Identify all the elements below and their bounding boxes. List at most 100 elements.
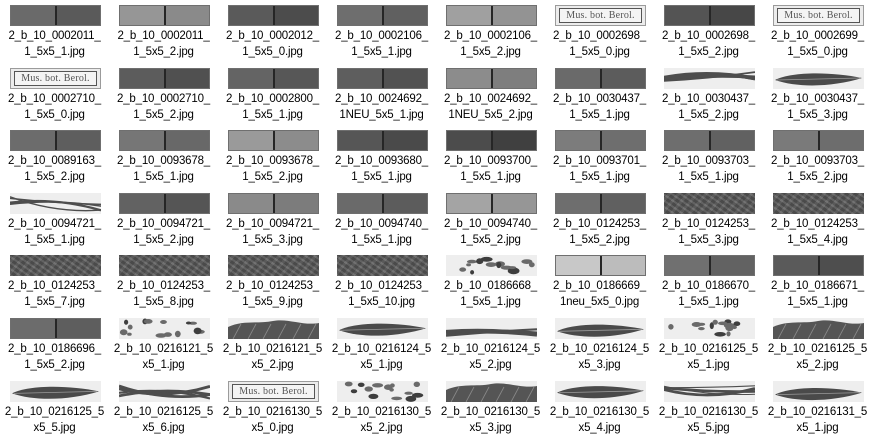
file-item[interactable]: 2_b_10_0216125_5 x5_6.jpg	[109, 376, 218, 439]
file-thumbnail[interactable]	[664, 130, 755, 152]
file-thumbnail[interactable]	[119, 67, 210, 89]
file-name[interactable]: 2_b_10_0093703_ 1_5x5_2.jpg	[763, 153, 872, 185]
file-item[interactable]: 2_b_10_0002800_ 1_5x5_1.jpg	[218, 63, 327, 126]
file-item[interactable]: 2_b_10_0093678_ 1_5x5_2.jpg	[218, 125, 327, 188]
file-item[interactable]: 2_b_10_0030437_ 1_5x5_1.jpg	[545, 63, 654, 126]
file-name[interactable]: 2_b_10_0030437_ 1_5x5_1.jpg	[545, 91, 654, 123]
file-name[interactable]: 2_b_10_0002011_ 1_5x5_2.jpg	[109, 28, 218, 60]
file-name[interactable]: 2_b_10_0216124_5 x5_1.jpg	[327, 341, 436, 373]
file-item[interactable]: 2_b_10_0002011_ 1_5x5_2.jpg	[109, 0, 218, 63]
file-item[interactable]: 2_b_10_0024692_ 1NEU_5x5_2.jpg	[436, 63, 545, 126]
file-item[interactable]: 2_b_10_0124253_ 1_5x5_4.jpg	[763, 188, 872, 251]
file-thumbnail[interactable]	[555, 255, 646, 277]
file-thumbnail[interactable]	[555, 380, 646, 402]
file-name[interactable]: 2_b_10_0094721_ 1_5x5_3.jpg	[218, 216, 327, 248]
file-thumbnail[interactable]	[446, 255, 537, 277]
file-item[interactable]: 2_b_10_0124253_ 1_5x5_2.jpg	[545, 188, 654, 251]
file-name[interactable]: 2_b_10_0124253_ 1_5x5_10.jpg	[327, 278, 436, 310]
file-item[interactable]: 2_b_10_0094721_ 1_5x5_1.jpg	[0, 188, 109, 251]
file-item[interactable]: 2_b_10_0186670_ 1_5x5_1.jpg	[654, 250, 763, 313]
file-name[interactable]: 2_b_10_0124253_ 1_5x5_2.jpg	[545, 216, 654, 248]
file-item[interactable]: 2_b_10_0186696_ 1_5x5_2.jpg	[0, 313, 109, 376]
file-item[interactable]: 2_b_10_0089163_ 1_5x5_2.jpg	[0, 125, 109, 188]
file-item[interactable]: 2_b_10_0093680_ 1_5x5_1.jpg	[327, 125, 436, 188]
file-thumbnail[interactable]	[555, 192, 646, 214]
file-name[interactable]: 2_b_10_0002710_ 1_5x5_2.jpg	[109, 91, 218, 123]
file-thumbnail[interactable]	[446, 130, 537, 152]
file-name[interactable]: 2_b_10_0186668_ 1_5x5_1.jpg	[436, 278, 545, 310]
file-name[interactable]: 2_b_10_0216124_5 x5_2.jpg	[436, 341, 545, 373]
file-item[interactable]: 2_b_10_0216121_5 x5_1.jpg	[109, 313, 218, 376]
file-name[interactable]: 2_b_10_0094721_ 1_5x5_1.jpg	[0, 216, 109, 248]
file-item[interactable]: 2_b_10_0216130_5 x5_2.jpg	[327, 376, 436, 439]
file-name[interactable]: 2_b_10_0093700_ 1_5x5_1.jpg	[436, 153, 545, 185]
file-thumbnail[interactable]	[10, 255, 101, 277]
file-thumbnail[interactable]	[10, 5, 101, 26]
file-thumbnail[interactable]	[228, 5, 319, 26]
file-item[interactable]: 2_b_10_0216131_5 x5_1.jpg	[763, 376, 872, 439]
file-name[interactable]: 2_b_10_0093678_ 1_5x5_2.jpg	[218, 153, 327, 185]
file-name[interactable]: 2_b_10_0216125_5 x5_2.jpg	[763, 341, 872, 373]
file-item[interactable]: Mus. bot. Berol. 2_b_10_0002710_ 1_5x5_0.j…	[0, 63, 109, 126]
file-name[interactable]: 2_b_10_0186696_ 1_5x5_2.jpg	[0, 341, 109, 373]
file-item[interactable]: 2_b_10_0093678_ 1_5x5_1.jpg	[109, 125, 218, 188]
file-thumbnail[interactable]	[664, 318, 755, 339]
file-item[interactable]: 2_b_10_0002012_ 1_5x5_0.jpg	[218, 0, 327, 63]
file-item[interactable]: 2_b_10_0124253_ 1_5x5_10.jpg	[327, 250, 436, 313]
file-name[interactable]: 2_b_10_0216125_5 x5_1.jpg	[654, 341, 763, 373]
file-name[interactable]: 2_b_10_0216124_5 x5_3.jpg	[545, 341, 654, 373]
file-item[interactable]: 2_b_10_0216125_5 x5_1.jpg	[654, 313, 763, 376]
file-name[interactable]: 2_b_10_0030437_ 1_5x5_3.jpg	[763, 91, 872, 123]
file-item[interactable]: 2_b_10_0124253_ 1_5x5_3.jpg	[654, 188, 763, 251]
file-thumbnail[interactable]	[228, 318, 319, 339]
file-item[interactable]: 2_b_10_0216130_5 x5_4.jpg	[545, 376, 654, 439]
file-thumbnail[interactable]	[337, 192, 428, 214]
file-item[interactable]: 2_b_10_0124253_ 1_5x5_8.jpg	[109, 250, 218, 313]
file-name[interactable]: 2_b_10_0216131_5 x5_1.jpg	[763, 404, 872, 436]
file-item[interactable]: 2_b_10_0093700_ 1_5x5_1.jpg	[436, 125, 545, 188]
file-name[interactable]: 2_b_10_0186671_ 1_5x5_1.jpg	[763, 278, 872, 310]
file-item[interactable]: 2_b_10_0094721_ 1_5x5_2.jpg	[109, 188, 218, 251]
file-item[interactable]: 2_b_10_0216130_5 x5_3.jpg	[436, 376, 545, 439]
file-item[interactable]: 2_b_10_0216130_5 x5_5.jpg	[654, 376, 763, 439]
file-item[interactable]: Mus. bot. Berol. 2_b_10_0002698_ 1_5x5_0.j…	[545, 0, 654, 63]
file-name[interactable]: 2_b_10_0124253_ 1_5x5_8.jpg	[109, 278, 218, 310]
file-item[interactable]: 2_b_10_0124253_ 1_5x5_9.jpg	[218, 250, 327, 313]
file-name[interactable]: 2_b_10_0124253_ 1_5x5_3.jpg	[654, 216, 763, 248]
file-thumbnail[interactable]	[446, 5, 537, 26]
file-name[interactable]: 2_b_10_0094740_ 1_5x5_2.jpg	[436, 216, 545, 248]
file-item[interactable]: 2_b_10_0093703_ 1_5x5_1.jpg	[654, 125, 763, 188]
file-thumbnail[interactable]	[228, 192, 319, 214]
file-name[interactable]: 2_b_10_0093678_ 1_5x5_1.jpg	[109, 153, 218, 185]
file-thumbnail[interactable]	[337, 130, 428, 152]
file-item[interactable]: 2_b_10_0030437_ 1_5x5_3.jpg	[763, 63, 872, 126]
file-thumbnail[interactable]	[773, 192, 864, 214]
file-name[interactable]: 2_b_10_0002698_ 1_5x5_0.jpg	[545, 28, 654, 60]
file-name[interactable]: 2_b_10_0216121_5 x5_1.jpg	[109, 341, 218, 373]
file-thumbnail[interactable]	[228, 67, 319, 89]
file-thumbnail[interactable]	[555, 130, 646, 152]
file-thumbnail[interactable]	[664, 192, 755, 214]
file-item[interactable]: 2_b_10_0002106_ 1_5x5_2.jpg	[436, 0, 545, 63]
file-thumbnail[interactable]	[119, 255, 210, 277]
file-thumbnail[interactable]	[773, 130, 864, 152]
file-name[interactable]: 2_b_10_0216130_5 x5_3.jpg	[436, 404, 545, 436]
file-item[interactable]: 2_b_10_0124253_ 1_5x5_7.jpg	[0, 250, 109, 313]
file-item[interactable]: 2_b_10_0216121_5 x5_2.jpg	[218, 313, 327, 376]
file-name[interactable]: 2_b_10_0186670_ 1_5x5_1.jpg	[654, 278, 763, 310]
file-thumbnail[interactable]	[337, 67, 428, 89]
file-item[interactable]: 2_b_10_0030437_ 1_5x5_2.jpg	[654, 63, 763, 126]
file-name[interactable]: 2_b_10_0124253_ 1_5x5_4.jpg	[763, 216, 872, 248]
file-thumbnail[interactable]	[664, 67, 755, 89]
file-item[interactable]: 2_b_10_0002710_ 1_5x5_2.jpg	[109, 63, 218, 126]
file-thumbnail[interactable]	[446, 380, 537, 402]
file-item[interactable]: 2_b_10_0002011_ 1_5x5_1.jpg	[0, 0, 109, 63]
file-thumbnail[interactable]	[119, 130, 210, 152]
file-item[interactable]: 2_b_10_0186669_ 1neu_5x5_0.jpg	[545, 250, 654, 313]
file-name[interactable]: 2_b_10_0094721_ 1_5x5_2.jpg	[109, 216, 218, 248]
file-thumbnail[interactable]	[446, 67, 537, 89]
file-item[interactable]: 2_b_10_0002106_ 1_5x5_1.jpg	[327, 0, 436, 63]
file-thumbnail[interactable]	[337, 255, 428, 277]
file-name[interactable]: 2_b_10_0186669_ 1neu_5x5_0.jpg	[545, 278, 654, 310]
file-name[interactable]: 2_b_10_0002012_ 1_5x5_0.jpg	[218, 28, 327, 60]
